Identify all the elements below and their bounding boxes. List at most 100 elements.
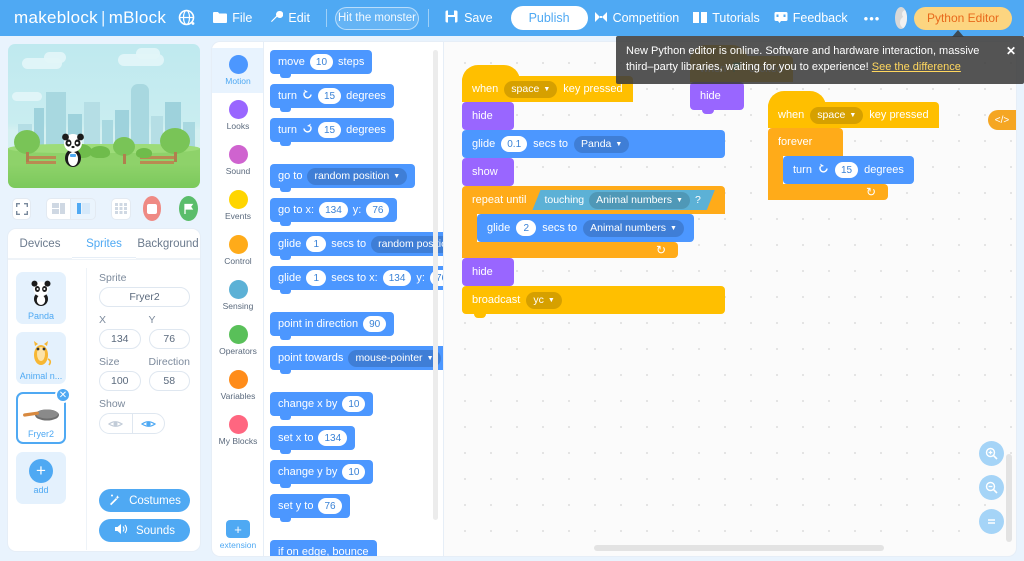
repeat-until-block[interactable]: repeat until touching Animal numbers ▼ ? … (462, 186, 725, 258)
menu-competition[interactable]: Competition (588, 7, 686, 30)
tab-devices[interactable]: Devices (8, 229, 72, 259)
forever-block[interactable]: forever turn 15 degrees ↻ (768, 128, 939, 200)
size-input[interactable]: 100 (99, 371, 141, 391)
number-input[interactable]: 10 (342, 464, 366, 480)
glide-to-animal-numbers-block[interactable]: glide 2 secs to Animal numbers ▼ (477, 214, 694, 242)
script-main[interactable]: when space ▼ key pressed hide glide 0.1 s… (462, 65, 725, 318)
number-input[interactable]: 76 (366, 202, 390, 218)
number-input[interactable]: 134 (319, 202, 348, 218)
zoom-out-icon[interactable] (979, 475, 1004, 500)
stage[interactable] (8, 44, 200, 188)
palette-scrollbar[interactable] (433, 50, 438, 520)
hide-block[interactable]: hide (462, 102, 514, 134)
category-motion[interactable]: Motion (212, 48, 264, 93)
eye-closed-icon[interactable] (100, 414, 132, 433)
palette-block-change-x-by[interactable]: change x by 10 (270, 388, 374, 420)
panda-sprite[interactable] (60, 132, 86, 168)
dropdown[interactable]: random position▼ (307, 167, 408, 185)
fullscreen-icon[interactable] (12, 197, 32, 220)
category-events[interactable]: Events (212, 183, 264, 228)
category-variables[interactable]: Variables (212, 363, 264, 408)
palette-block-change-y-by[interactable]: change y by 10 (270, 456, 374, 488)
degrees-input[interactable]: 15 (834, 162, 859, 178)
hide-block[interactable]: hide (462, 258, 514, 290)
code-icon[interactable]: </> (988, 110, 1016, 130)
turn-right-block[interactable]: turn 15 degrees (783, 156, 914, 184)
project-name-input[interactable]: Hit the monster (335, 6, 419, 30)
menu-tutorials[interactable]: Tutorials (687, 7, 765, 30)
workspace-vertical-scrollbar[interactable] (1006, 454, 1012, 542)
number-input[interactable]: 10 (309, 54, 334, 70)
menu-file[interactable]: File (206, 7, 259, 30)
sprite-item-fryer2[interactable]: ✕ Fryer2 (16, 387, 71, 444)
close-icon[interactable]: ✕ (1006, 43, 1016, 59)
script-workspace[interactable]: Blocks Python when clicked hide whe (444, 42, 1016, 556)
target-dropdown[interactable]: Panda ▼ (574, 135, 630, 153)
number-input[interactable]: 15 (317, 88, 342, 104)
key-dropdown[interactable]: space ▼ (810, 106, 864, 124)
secs-input[interactable]: 2 (516, 220, 537, 236)
number-input[interactable]: 10 (342, 396, 366, 412)
palette-block-point-in-direction[interactable]: point in direction 90 (270, 308, 395, 340)
show-block[interactable]: show (462, 158, 514, 190)
palette-block-set-y-to[interactable]: set y to 76 (270, 490, 350, 522)
zoom-in-icon[interactable] (979, 441, 1004, 466)
hat-block-when-key-pressed[interactable]: when space ▼ key pressed (462, 65, 633, 102)
palette-block-turn-right[interactable]: turn 15 degrees (270, 80, 394, 112)
stop-icon[interactable] (142, 196, 162, 221)
menu-feedback[interactable]: Feedback (768, 7, 854, 30)
category-my-blocks[interactable]: My Blocks (212, 408, 264, 453)
palette-block-set-x-to[interactable]: set x to 134 (270, 422, 356, 454)
sprite-item-panda[interactable]: Panda (16, 272, 66, 324)
number-input[interactable]: 15 (317, 122, 342, 138)
more-menu-button[interactable]: ••• (856, 11, 889, 26)
sprite-item-animal-numbers[interactable]: Animal n... (16, 332, 66, 384)
secs-input[interactable]: 0.1 (501, 136, 528, 152)
add-extension-button[interactable]: + extension (212, 520, 264, 550)
number-input[interactable]: 134 (318, 430, 348, 446)
palette-block-go-to[interactable]: go to random position ▼ (270, 160, 416, 192)
repeat-until-header[interactable]: repeat until touching Animal numbers ▼ ? (462, 186, 725, 214)
block-palette[interactable]: move 10 steps turn 15 degrees turn 15 degrees go … (264, 42, 444, 556)
palette-block-turn-left[interactable]: turn 15 degrees (270, 114, 394, 146)
sounds-button[interactable]: Sounds (99, 519, 190, 542)
broadcast-message-dropdown[interactable]: yc ▼ (526, 291, 562, 309)
palette-block-glide-to-xy[interactable]: glide1secs to x:134y:76 (270, 262, 444, 294)
layout-large-icon[interactable] (71, 197, 97, 220)
zoom-reset-icon[interactable] (979, 509, 1004, 534)
number-input[interactable]: 1 (306, 236, 327, 252)
hat-block-when-key-pressed[interactable]: when space ▼ key pressed (768, 91, 939, 128)
green-flag-icon[interactable] (179, 196, 198, 221)
python-editor-button[interactable]: Python Editor (913, 6, 1012, 30)
palette-block-if-on-edge-bounce[interactable]: if on edge, bounce (270, 536, 377, 556)
menu-edit[interactable]: Edit (263, 6, 317, 30)
target-dropdown[interactable]: Animal numbers ▼ (583, 219, 684, 237)
sprite-name-input[interactable]: Fryer2 (99, 287, 190, 307)
layout-small-icon[interactable] (46, 197, 72, 220)
tab-sprites[interactable]: Sprites (72, 229, 136, 259)
palette-block-glide-to[interactable]: glide1secs torandom position▼ (270, 228, 444, 260)
forever-header[interactable]: forever (768, 128, 843, 156)
glide-to-panda-block[interactable]: glide 0.1 secs to Panda ▼ (462, 130, 725, 162)
number-input[interactable]: 1 (306, 270, 327, 286)
see-the-difference-link[interactable]: See the difference (872, 61, 961, 73)
palette-block-point-towards[interactable]: point towards mouse-pointer ▼ (270, 342, 444, 374)
number-input[interactable]: 90 (363, 316, 387, 332)
palette-block-go-to-xy[interactable]: go to x: 134 y: 76 (270, 194, 398, 226)
direction-input[interactable]: 58 (148, 371, 190, 391)
number-input[interactable]: 76 (318, 498, 342, 514)
tab-background[interactable]: Background (136, 229, 200, 259)
number-input[interactable]: 134 (382, 270, 412, 286)
key-dropdown[interactable]: space ▼ (504, 80, 558, 98)
add-sprite-button[interactable]: + add (16, 452, 66, 504)
avatar[interactable] (895, 7, 907, 29)
dropdown[interactable]: mouse-pointer ▼ (348, 349, 441, 367)
category-looks[interactable]: Looks (212, 93, 264, 138)
globe-icon[interactable] (178, 9, 196, 27)
costumes-button[interactable]: Costumes (99, 489, 190, 512)
script-forever-turn[interactable]: when space ▼ key pressed forever turn 15… (768, 91, 939, 200)
grid-icon[interactable] (111, 197, 131, 220)
touching-condition-block[interactable]: touching Animal numbers ▼ ? (532, 190, 714, 210)
touching-target-dropdown[interactable]: Animal numbers ▼ (589, 192, 690, 209)
show-toggle[interactable] (99, 413, 165, 434)
